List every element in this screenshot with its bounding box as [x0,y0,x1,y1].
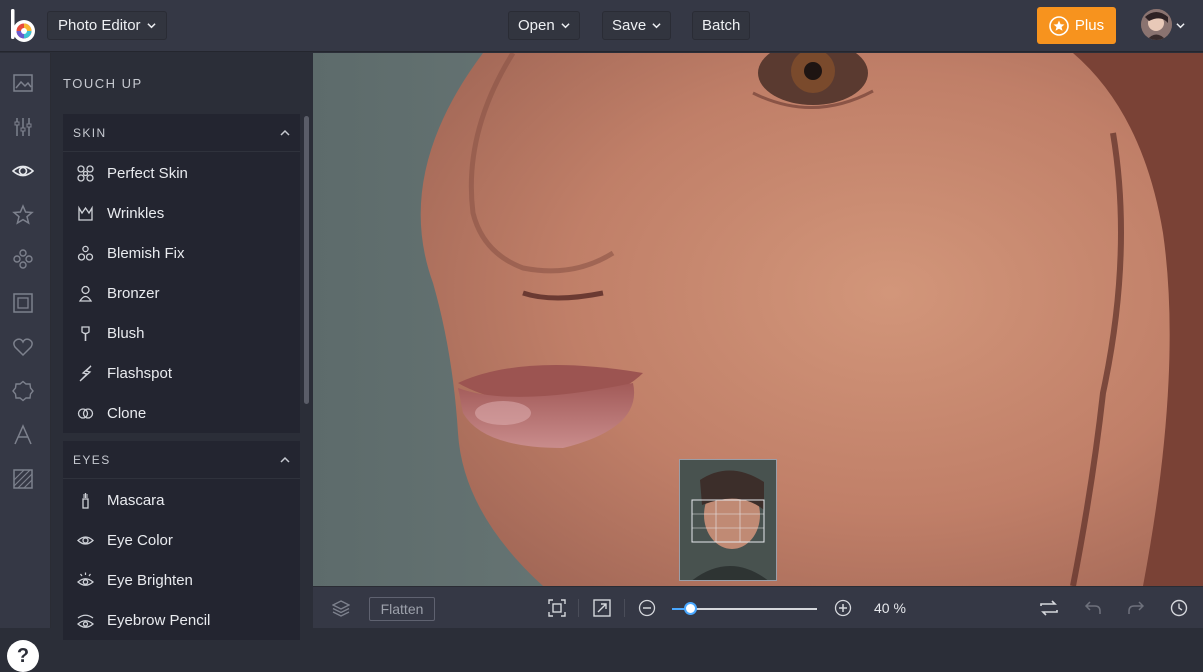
navigator-thumbnail[interactable] [679,459,777,581]
app-menu-label: Photo Editor [58,17,141,34]
redo-icon[interactable] [1127,599,1145,617]
zoom-out-icon[interactable] [638,599,656,617]
chevron-down-icon [561,23,570,29]
tool-bronzer[interactable]: Bronzer [63,273,300,313]
layers-icon[interactable] [332,599,350,617]
flatten-button[interactable]: Flatten [369,597,435,621]
tool-label: Flashspot [107,364,173,382]
blemish-fix-icon [77,245,94,261]
chevron-down-icon [652,23,661,29]
flashspot-icon [79,365,92,381]
plus-label: Plus [1074,17,1105,34]
top-bar: Photo Editor Open Save Batch Plus [0,0,1203,52]
tool-label: Blemish Fix [107,244,185,262]
zoom-percentage: 40 % [874,600,906,616]
zoom-slider-handle[interactable] [684,602,698,615]
save-button[interactable]: Save [602,11,672,40]
eye-brighten-icon [77,572,94,586]
zoom-in-icon[interactable] [834,599,852,617]
tool-label: Blush [107,324,145,342]
touch-up-panel: TOUCH UP SKIN Perfect Skin Wrinkles Blem… [52,53,313,640]
bottom-toolbar: Flatten 40 % [313,586,1203,628]
chevron-down-icon[interactable] [1176,21,1185,30]
texture-icon[interactable] [12,468,34,490]
tool-blush[interactable]: Blush [63,313,300,353]
tool-category-rail: ? [0,53,51,672]
undo-icon[interactable] [1084,599,1102,617]
clone-icon [77,407,94,419]
heart-icon[interactable] [12,336,34,358]
tool-label: Perfect Skin [107,164,188,182]
tool-label: Mascara [107,491,165,509]
tool-label: Eyebrow Pencil [107,611,211,629]
open-label: Open [518,17,555,34]
skin-section: SKIN Perfect Skin Wrinkles Blemish Fix B… [63,114,300,433]
eyes-section: EYES Mascara Eye Color Eye Brighten Eyeb… [63,441,300,640]
image-icon[interactable] [12,72,34,94]
tool-perfect-skin[interactable]: Perfect Skin [63,153,300,193]
star-icon[interactable] [12,204,34,226]
tool-wrinkles[interactable]: Wrinkles [63,193,300,233]
tool-label: Eye Brighten [107,571,193,589]
tool-label: Clone [107,404,147,422]
actual-size-icon[interactable] [593,599,611,617]
fit-screen-icon[interactable] [548,599,566,617]
batch-label: Batch [702,17,741,34]
eye-icon[interactable] [12,160,34,182]
tool-clone[interactable]: Clone [63,393,300,433]
eyebrow-pencil-icon [77,614,94,628]
chevron-up-icon [280,129,290,136]
photo-canvas[interactable] [313,53,1203,586]
skin-section-header[interactable]: SKIN [63,114,300,152]
eyes-section-title: EYES [73,452,111,467]
save-label: Save [612,17,647,34]
text-icon[interactable] [12,424,34,446]
chevron-down-icon [146,23,156,29]
plus-upgrade-button[interactable]: Plus [1037,7,1116,44]
panel-title: TOUCH UP [63,76,143,91]
divider [624,599,625,617]
skin-section-title: SKIN [73,125,107,140]
panel-scrollbar[interactable] [304,116,309,404]
wrinkles-icon [78,205,93,221]
eyes-section-header[interactable]: EYES [63,441,300,479]
perfect-skin-icon [77,164,94,182]
tool-blemish-fix[interactable]: Blemish Fix [63,233,300,273]
effects-icon[interactable] [12,248,34,270]
tool-eye-brighten[interactable]: Eye Brighten [63,560,300,600]
batch-button[interactable]: Batch [692,11,751,40]
badge-icon[interactable] [12,380,34,402]
tool-mascara[interactable]: Mascara [63,480,300,520]
star-circle-icon [1049,15,1069,36]
eye-color-icon [77,535,94,545]
compare-icon[interactable] [1039,599,1059,617]
tool-label: Wrinkles [107,204,165,222]
tool-flashspot[interactable]: Flashspot [63,353,300,393]
mascara-icon [82,492,89,509]
tool-label: Eye Color [107,531,173,549]
blush-brush-icon [81,325,90,341]
history-clock-icon[interactable] [1170,599,1188,617]
befunky-logo[interactable] [9,9,37,43]
divider [578,599,579,617]
help-button[interactable]: ? [7,640,39,672]
frame-icon[interactable] [12,292,34,314]
open-button[interactable]: Open [508,11,580,40]
avatar[interactable] [1141,9,1172,40]
chevron-up-icon [280,456,290,463]
app-menu-dropdown[interactable]: Photo Editor [47,11,167,40]
tool-eye-color[interactable]: Eye Color [63,520,300,560]
bronzer-icon [78,285,93,302]
adjust-sliders-icon[interactable] [12,116,34,138]
tool-eyebrow-pencil[interactable]: Eyebrow Pencil [63,600,300,640]
tool-label: Bronzer [107,284,160,302]
